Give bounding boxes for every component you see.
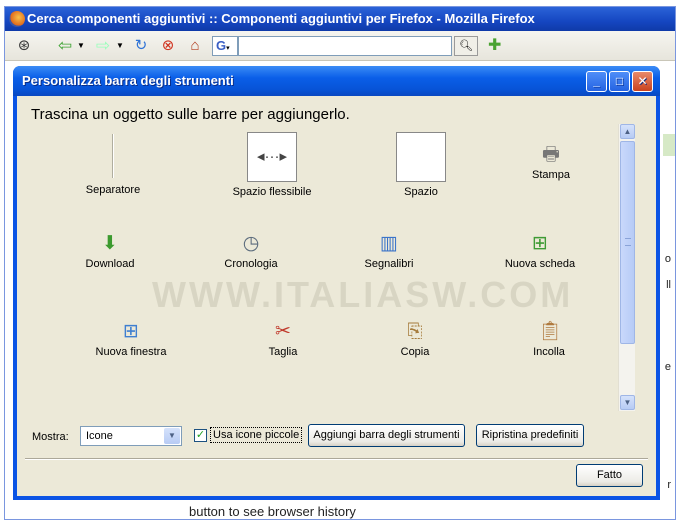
google-icon: G bbox=[216, 38, 227, 53]
show-mode-value: Icone bbox=[86, 430, 113, 442]
page-background-text: button to see browser history bbox=[189, 504, 356, 519]
palette-item-label: Separatore bbox=[85, 184, 141, 196]
separator-icon bbox=[112, 134, 114, 178]
small-icons-checkbox[interactable]: ✓ bbox=[194, 429, 207, 442]
back-icon[interactable]: ⇦ bbox=[55, 36, 75, 56]
scrollbar-thumb[interactable] bbox=[620, 141, 635, 344]
history-menu-icon[interactable]: ⊛ bbox=[13, 36, 35, 56]
home-icon[interactable]: ⌂ bbox=[185, 36, 205, 56]
dialog-body: Trascina un oggetto sulle barre per aggi… bbox=[17, 96, 656, 496]
watermark: WWW.ITALIASW.COM bbox=[152, 274, 574, 315]
chevron-down-icon: ▼ bbox=[164, 428, 180, 444]
maximize-icon: □ bbox=[615, 74, 624, 88]
new-tab-icon: ⊞ bbox=[532, 233, 548, 254]
palette-item-new-tab[interactable]: ⊞ Nuova scheda bbox=[475, 233, 605, 270]
palette-item-label: Stampa bbox=[532, 169, 570, 181]
browser-titlebar: Cerca componenti aggiuntivi :: Component… bbox=[5, 7, 675, 31]
forward-icon[interactable]: ⇨ bbox=[93, 36, 113, 56]
show-mode-select[interactable]: Icone ▼ bbox=[80, 426, 182, 446]
scroll-down-button[interactable]: ▼ bbox=[620, 395, 635, 410]
stop-icon[interactable]: ⊗ bbox=[158, 36, 178, 56]
print-icon: 🖶︎ bbox=[542, 144, 560, 165]
minimize-button[interactable]: _ bbox=[586, 71, 607, 92]
palette-item-print[interactable]: 🖶︎ Stampa bbox=[486, 144, 616, 181]
flexible-space-icon: ◂···▸ bbox=[247, 132, 297, 182]
cut-icon: ✂ bbox=[275, 321, 291, 342]
palette-item-bookmarks[interactable]: ▥ Segnalibri bbox=[324, 233, 454, 270]
add-toolbar-button[interactable]: Aggiungi barra degli strumenti bbox=[308, 424, 465, 447]
search-input[interactable] bbox=[238, 36, 452, 56]
palette-item-label: Cronologia bbox=[224, 258, 278, 270]
new-window-icon: ⊞ bbox=[123, 321, 139, 342]
chevron-down-icon: ▼ bbox=[623, 398, 632, 407]
palette-item-label: Spazio flessibile bbox=[232, 186, 312, 198]
palette-item-label: Nuova finestra bbox=[95, 346, 167, 358]
navigation-toolbar: ⊛ ⇦ ▼ ⇨ ▼ ↻ ⊗ ⌂ G▾ 🔍︎ ✚ bbox=[5, 31, 675, 61]
firefox-logo-icon bbox=[9, 11, 25, 27]
show-label: Mostra: bbox=[32, 431, 69, 443]
palette-item-label: Taglia bbox=[268, 346, 298, 358]
palette-item-history[interactable]: ◷ Cronologia bbox=[186, 233, 316, 270]
palette-item-label: Incolla bbox=[533, 346, 565, 358]
paste-icon: 📋︎ bbox=[538, 321, 563, 342]
palette-item-label: Download bbox=[85, 258, 135, 270]
page-side-text-3: e bbox=[664, 361, 671, 373]
palette-item-flexible-space[interactable]: ◂···▸ Spazio flessibile bbox=[207, 132, 337, 198]
dialog-titlebar: Personalizza barra degli strumenti _ □ ✕ bbox=[13, 66, 660, 96]
toolbar-item-palette: WWW.ITALIASW.COM Separatore ◂···▸ Spazio… bbox=[17, 130, 622, 417]
drag-hint-text: Trascina un oggetto sulle barre per aggi… bbox=[31, 106, 350, 123]
palette-item-space[interactable]: Spazio bbox=[356, 132, 486, 198]
browser-title: Cerca componenti aggiuntivi :: Component… bbox=[27, 11, 535, 26]
page-side-text-2: ll bbox=[666, 279, 671, 291]
puzzle-addon-icon[interactable]: ✚ bbox=[488, 37, 506, 55]
palette-item-copy[interactable]: ⎘ Copia bbox=[350, 321, 480, 358]
grip-icon bbox=[625, 238, 631, 246]
palette-item-download[interactable]: ⬇ Download bbox=[45, 233, 175, 270]
search-engine-selector[interactable]: G▾ bbox=[212, 36, 238, 56]
palette-item-label: Segnalibri bbox=[364, 258, 414, 270]
customize-toolbar-dialog: Personalizza barra degli strumenti _ □ ✕… bbox=[13, 66, 660, 500]
palette-item-label: Spazio bbox=[404, 186, 438, 198]
download-icon: ⬇ bbox=[102, 233, 118, 254]
magnifier-icon: 🔍︎ bbox=[459, 40, 473, 52]
palette-item-paste[interactable]: 📋︎ Incolla bbox=[484, 321, 614, 358]
copy-icon: ⎘ bbox=[407, 321, 423, 342]
close-icon: ✕ bbox=[637, 74, 648, 88]
palette-item-label: Copia bbox=[400, 346, 430, 358]
minimize-icon: _ bbox=[593, 74, 600, 88]
palette-scrollbar[interactable]: ▲ ▼ bbox=[618, 124, 635, 411]
history-icon: ◷ bbox=[242, 233, 260, 254]
small-icons-label[interactable]: Usa icone piccole bbox=[210, 427, 303, 443]
palette-item-cut[interactable]: ✂ Taglia bbox=[218, 321, 348, 358]
chevron-up-icon: ▲ bbox=[623, 127, 632, 136]
reload-icon[interactable]: ↻ bbox=[131, 36, 151, 56]
checkmark-icon: ✓ bbox=[195, 429, 206, 441]
page-side-text-4: r bbox=[667, 479, 671, 491]
palette-item-new-window[interactable]: ⊞ Nuova finestra bbox=[66, 321, 196, 358]
done-button[interactable]: Fatto bbox=[576, 464, 643, 487]
restore-defaults-button[interactable]: Ripristina predefiniti bbox=[476, 424, 584, 447]
close-button[interactable]: ✕ bbox=[632, 71, 653, 92]
divider bbox=[25, 458, 648, 460]
space-icon bbox=[396, 132, 446, 182]
page-side-text-1: o bbox=[664, 253, 671, 265]
dialog-title: Personalizza barra degli strumenti bbox=[22, 73, 234, 88]
palette-item-separator[interactable]: Separatore bbox=[48, 134, 178, 196]
bookmarks-icon: ▥ bbox=[380, 233, 398, 254]
maximize-button[interactable]: □ bbox=[609, 71, 630, 92]
search-go-button[interactable]: 🔍︎ bbox=[454, 36, 478, 56]
palette-item-label: Nuova scheda bbox=[504, 258, 576, 270]
back-dropdown-icon[interactable]: ▼ bbox=[76, 36, 86, 56]
scroll-up-button[interactable]: ▲ bbox=[620, 124, 635, 139]
forward-dropdown-icon[interactable]: ▼ bbox=[115, 36, 125, 56]
page-green-strip bbox=[663, 134, 675, 156]
